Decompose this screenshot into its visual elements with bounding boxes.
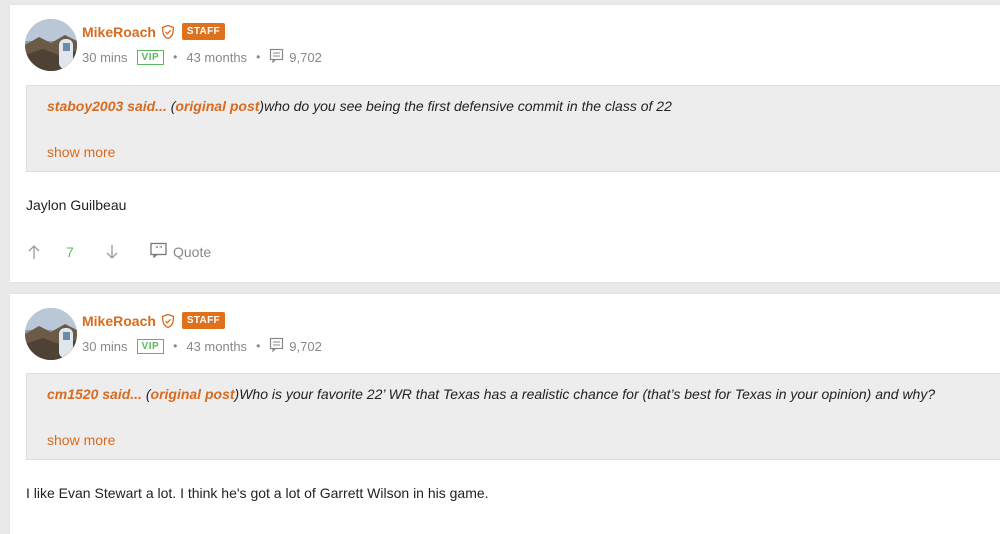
comment-icon [269,337,284,355]
separator-dot: • [256,50,261,64]
author-name[interactable]: MikeRoach [82,24,156,40]
avatar[interactable] [25,19,77,71]
member-tenure: 43 months [186,338,248,354]
forum-post: MikeRoach STAFF 30 mins VIP • 43 months … [10,294,1000,534]
show-more-link[interactable]: show more [47,432,115,448]
separator-dot: • [256,339,261,353]
quote-open-paren: ( [141,386,151,402]
post-actions: 7 " " Quote [26,242,211,261]
quoted-content: who do you see being the first defensive… [264,98,672,114]
quote-bubble-icon: " " [150,242,167,261]
avatar[interactable] [25,308,77,360]
comment-icon [269,48,284,66]
vote-count: 7 [66,243,74,260]
quote-button-label: Quote [173,243,212,260]
quote-text: cm1520 said... (original post)Who is you… [47,386,1000,402]
vip-badge: VIP [136,49,165,65]
author-line: MikeRoach STAFF [82,312,225,329]
author-line: MikeRoach STAFF [82,23,225,40]
separator-dot: • [173,50,178,64]
quoted-user[interactable]: cm1520 said... [47,386,142,402]
staff-badge: STAFF [181,312,225,329]
post-count: 9,702 [269,48,322,66]
separator-dot: • [173,339,178,353]
arrow-down-icon[interactable] [104,244,120,260]
forum-post: MikeRoach STAFF 30 mins VIP • 43 months … [10,5,1000,282]
post-count: 9,702 [269,337,322,355]
post-time: 30 mins [82,338,128,354]
post-body: I like Evan Stewart a lot. I think he's … [26,485,489,501]
post-count-value: 9,702 [289,49,322,65]
post-time: 30 mins [82,49,128,65]
member-tenure: 43 months [186,49,248,65]
quoted-post: cm1520 said... (original post)Who is you… [26,373,1000,460]
arrow-up-icon[interactable] [26,244,42,260]
post-count-value: 9,702 [289,338,322,354]
quoted-content: Who is your favorite 22’ WR that Texas h… [239,386,936,402]
vip-badge: VIP [136,338,165,354]
post-body: Jaylon Guilbeau [26,197,127,213]
original-post-link[interactable]: original post [175,98,259,114]
quote-button[interactable]: " " Quote [150,242,211,261]
author-name[interactable]: MikeRoach [82,313,156,329]
author-meta: 30 mins VIP • 43 months • 9,702 [82,337,322,355]
quote-text: staboy2003 said... (original post)who do… [47,98,1000,114]
staff-badge: STAFF [181,23,225,40]
show-more-link[interactable]: show more [47,144,115,160]
shield-icon [160,24,176,40]
svg-text:": " [159,245,163,254]
original-post-link[interactable]: original post [151,386,235,402]
shield-icon [160,313,176,329]
author-meta: 30 mins VIP • 43 months • 9,702 [82,48,322,66]
quoted-post: staboy2003 said... (original post)who do… [26,85,1000,172]
quoted-user[interactable]: staboy2003 said... [47,98,167,114]
